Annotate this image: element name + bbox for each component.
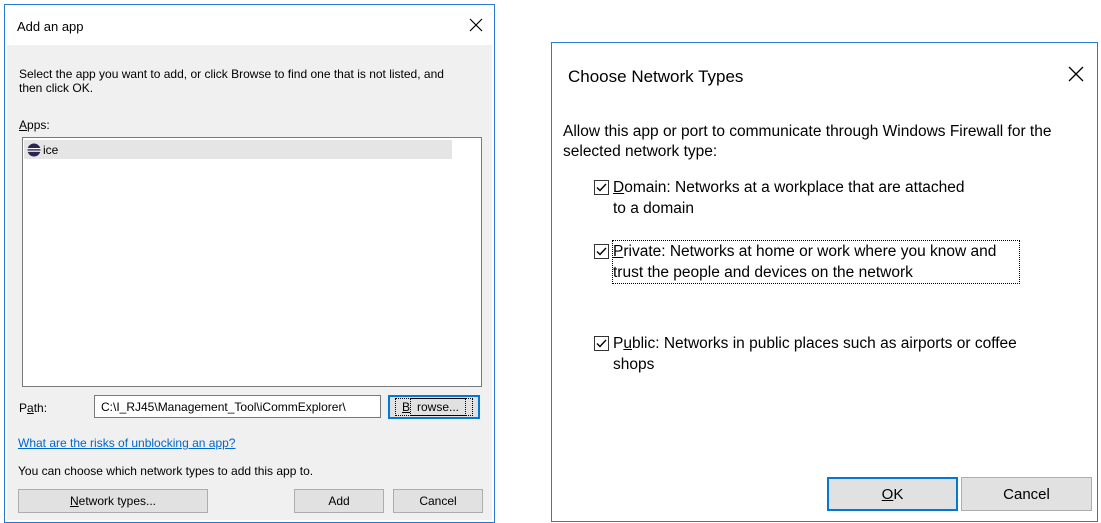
apps-label: Apps:: [19, 118, 50, 132]
checkbox[interactable]: [594, 336, 609, 351]
check-icon: [596, 339, 607, 348]
network-types-button[interactable]: Network types...: [18, 489, 208, 513]
apps-list[interactable]: ice: [22, 137, 482, 387]
path-input[interactable]: [94, 395, 381, 418]
list-item[interactable]: ice: [24, 140, 452, 159]
eclipse-app-icon: [27, 143, 41, 156]
close-icon[interactable]: [1067, 65, 1085, 83]
private-checkbox[interactable]: Private: Networks at home or work where …: [594, 240, 1020, 284]
browse-button[interactable]: Browse...: [388, 395, 480, 419]
check-icon: [596, 247, 607, 256]
public-checkbox[interactable]: Public: Networks in public places such a…: [594, 333, 1034, 375]
ok-button[interactable]: OK: [827, 477, 958, 511]
path-label: Path:: [19, 401, 48, 415]
dialog-title: Choose Network Types: [568, 67, 744, 86]
dialog-title: Add an app: [17, 19, 84, 34]
checkbox[interactable]: [594, 244, 609, 259]
risks-link[interactable]: What are the risks of unblocking an app?: [18, 436, 235, 450]
add-app-dialog: Add an app Select the app you want to ad…: [4, 4, 495, 523]
cancel-button[interactable]: Cancel: [393, 489, 483, 513]
checkbox[interactable]: [594, 180, 609, 195]
check-icon: [596, 183, 607, 192]
domain-checkbox[interactable]: Domain: Networks at a workplace that are…: [594, 177, 974, 219]
app-name: ice: [43, 142, 59, 157]
add-button[interactable]: Add: [294, 489, 384, 513]
network-info-text: You can choose which network types to ad…: [18, 464, 314, 478]
close-icon[interactable]: [468, 17, 484, 33]
choose-network-types-dialog: Choose Network Types Allow this app or p…: [551, 42, 1098, 522]
dialog-content: Select the app you want to add, or click…: [7, 45, 492, 520]
instructions-text: Select the app you want to add, or click…: [19, 67, 444, 95]
cancel-button[interactable]: Cancel: [961, 477, 1092, 511]
description-text: Allow this app or port to communicate th…: [563, 123, 1052, 160]
